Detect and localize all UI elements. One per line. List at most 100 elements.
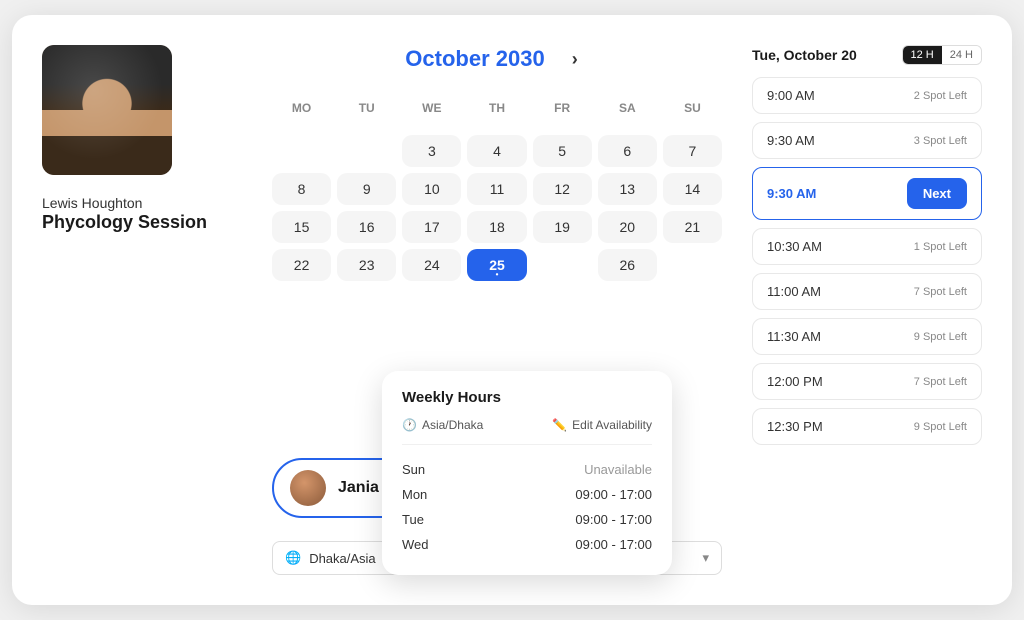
time-slot-right-0: 2 Spot Left: [914, 90, 967, 102]
main-container: Lewis Houghton Phycology Session October…: [12, 15, 1012, 605]
user-display-name: Jania: [338, 479, 379, 497]
timezone-value: Dhaka/Asia: [309, 551, 375, 566]
time-slot-spots-7: 9 Spot Left: [914, 421, 967, 433]
person-name: Lewis Houghton: [42, 195, 242, 211]
time-slot-spots-5: 9 Spot Left: [914, 331, 967, 343]
cal-day-23[interactable]: 23: [337, 249, 396, 281]
cal-day-empty: [272, 135, 331, 167]
time-slot-time-4: 11:00 AM: [767, 284, 821, 299]
month-label: October: [405, 46, 489, 71]
weekly-row-time-3: 09:00 - 17:00: [575, 537, 652, 552]
weekly-row-day-2: Tue: [402, 512, 424, 527]
time-slot-2[interactable]: 9:30 AMNext: [752, 167, 982, 220]
popup-timezone: 🕐 Asia/Dhaka: [402, 418, 483, 432]
time-slot-right-3: 1 Spot Left: [914, 241, 967, 253]
time-slot-time-5: 11:30 AM: [767, 329, 821, 344]
calendar-grid: MO TU WE TH FR SA SU: [272, 97, 722, 119]
time-slot-0[interactable]: 9:00 AM 2 Spot Left: [752, 77, 982, 114]
cal-day-14[interactable]: 14: [663, 173, 722, 205]
cal-day-3[interactable]: 3: [402, 135, 461, 167]
weekly-row-sun: SunUnavailable: [402, 457, 652, 482]
cal-day-18[interactable]: 18: [467, 211, 526, 243]
time-slot-spots-1: 3 Spot Left: [914, 135, 967, 147]
time-slot-time-3: 10:30 AM: [767, 239, 822, 254]
popup-timezone-value: Asia/Dhaka: [422, 418, 483, 432]
cal-day-12[interactable]: 12: [533, 173, 592, 205]
cal-day-15[interactable]: 15: [272, 211, 331, 243]
time-slot-time-1: 9:30 AM: [767, 133, 815, 148]
time-format-toggle[interactable]: 12 H 24 H: [902, 45, 983, 65]
weekly-row-wed: Wed09:00 - 17:00: [402, 532, 652, 557]
time-slot-spots-6: 7 Spot Left: [914, 376, 967, 388]
timezone-meta-icon: 🕐: [402, 418, 417, 432]
cal-day-9[interactable]: 9: [337, 173, 396, 205]
cal-day-7[interactable]: 7: [663, 135, 722, 167]
time-slot-time-7: 12:30 PM: [767, 419, 823, 434]
time-slot-right-1: 3 Spot Left: [914, 135, 967, 147]
cal-day-10[interactable]: 10: [402, 173, 461, 205]
time-slot-time-0: 9:00 AM: [767, 88, 815, 103]
cal-day-8[interactable]: 8: [272, 173, 331, 205]
cal-day-24[interactable]: 24: [402, 249, 461, 281]
weekly-row-time-0: Unavailable: [584, 462, 652, 477]
popup-title: Weekly Hours: [402, 389, 652, 406]
year-label: 2030: [496, 46, 545, 71]
cal-day-empty: [663, 249, 722, 281]
time-slot-5[interactable]: 11:30 AM 9 Spot Left: [752, 318, 982, 355]
time-slot-7[interactable]: 12:30 PM 9 Spot Left: [752, 408, 982, 445]
user-avatar-small: [290, 470, 326, 506]
cal-day-11[interactable]: 11: [467, 173, 526, 205]
calendar-days: 34567 891011121314 15161718192021 22232425 2…: [272, 135, 722, 281]
user-avatar: [42, 45, 172, 175]
cal-day-22[interactable]: 22: [272, 249, 331, 281]
day-header-we: WE: [402, 97, 461, 119]
cal-day-20[interactable]: 20: [598, 211, 657, 243]
day-header-fr: FR: [533, 97, 592, 119]
popup-meta: 🕐 Asia/Dhaka ✏️ Edit Availability: [402, 418, 652, 445]
left-panel: Lewis Houghton Phycology Session: [42, 45, 242, 575]
time-slot-right-6: 7 Spot Left: [914, 376, 967, 388]
calendar-next-icon[interactable]: ›: [561, 45, 589, 73]
edit-icon: ✏️: [552, 418, 567, 432]
cal-day-26[interactable]: 26: [598, 249, 657, 281]
cal-day-16[interactable]: 16: [337, 211, 396, 243]
time-slot-spots-0: 2 Spot Left: [914, 90, 967, 102]
time-slot-right-7: 9 Spot Left: [914, 421, 967, 433]
weekly-row-day-1: Mon: [402, 487, 427, 502]
date-header: Tue, October 20 12 H 24 H: [752, 45, 982, 65]
weekly-row-time-2: 09:00 - 17:00: [575, 512, 652, 527]
cal-day-13[interactable]: 13: [598, 173, 657, 205]
cal-day-5[interactable]: 5: [533, 135, 592, 167]
weekly-row-time-1: 09:00 - 17:00: [575, 487, 652, 502]
cal-day-19[interactable]: 19: [533, 211, 592, 243]
time-slot-right-4: 7 Spot Left: [914, 286, 967, 298]
day-header-sa: SA: [598, 97, 657, 119]
weekly-row-mon: Mon 09:00 - 17:00: [402, 482, 652, 507]
dropdown-icon: ▾: [702, 550, 709, 566]
time-slot-3[interactable]: 10:30 AM 1 Spot Left: [752, 228, 982, 265]
time-slot-spots-4: 7 Spot Left: [914, 286, 967, 298]
weekly-hours-popup: Weekly Hours 🕐 Asia/Dhaka ✏️ Edit Availa…: [382, 371, 672, 575]
toggle-24h[interactable]: 24 H: [942, 46, 981, 64]
calendar-header: October 2030 ›: [272, 45, 722, 73]
cal-day-21[interactable]: 21: [663, 211, 722, 243]
day-header-su: SU: [663, 97, 722, 119]
cal-day-6[interactable]: 6: [598, 135, 657, 167]
cal-day-25[interactable]: 25: [467, 249, 526, 281]
toggle-12h[interactable]: 12 H: [903, 46, 942, 64]
time-slot-6[interactable]: 12:00 PM7 Spot Left: [752, 363, 982, 400]
day-header-th: TH: [467, 97, 526, 119]
edit-availability-btn[interactable]: ✏️ Edit Availability: [552, 418, 652, 432]
cal-day-4[interactable]: 4: [467, 135, 526, 167]
weekly-hours-rows: SunUnavailable Mon 09:00 - 17:00 Tue 09:00 -…: [402, 457, 652, 557]
time-slot-4[interactable]: 11:00 AM 7 Spot Left: [752, 273, 982, 310]
cal-day-empty: [337, 135, 396, 167]
calendar-month: October 2030: [405, 46, 544, 72]
selected-date: Tue, October 20: [752, 47, 857, 63]
cal-day-17[interactable]: 17: [402, 211, 461, 243]
next-button[interactable]: Next: [907, 178, 967, 209]
time-slot-1[interactable]: 9:30 AM 3 Spot Left: [752, 122, 982, 159]
time-slot-right-2: Next: [907, 178, 967, 209]
right-panel: Tue, October 20 12 H 24 H 9:00 AM 2 Spot …: [752, 45, 982, 575]
session-title: Phycology Session: [42, 211, 242, 234]
